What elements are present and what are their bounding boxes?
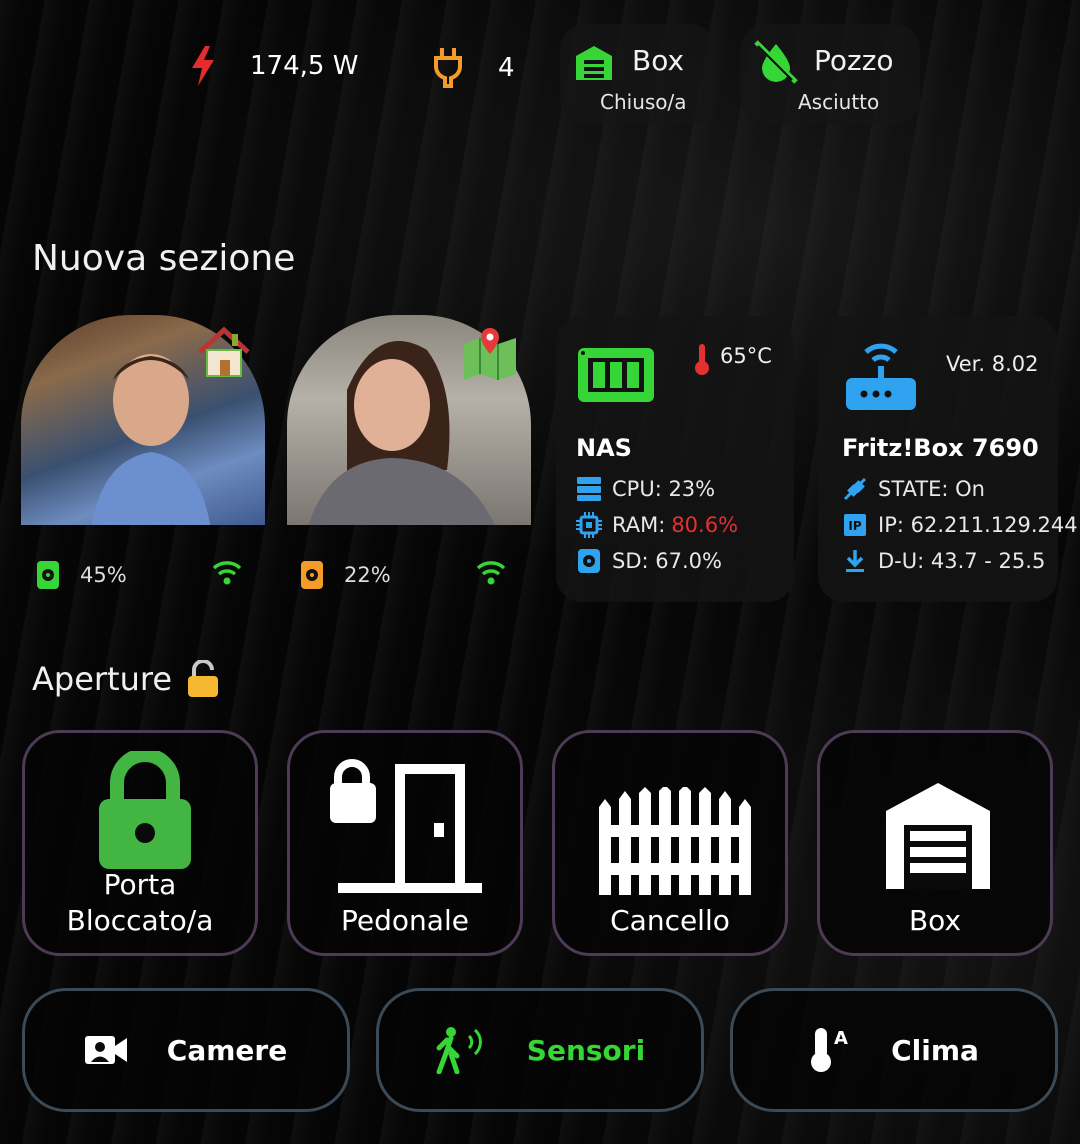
nav-sensori-button[interactable]: Sensori — [376, 988, 704, 1112]
nav-camere-label: Camere — [166, 1033, 288, 1067]
lock-icon — [99, 751, 191, 869]
person-1-silhouette — [91, 354, 211, 525]
nav-camere-button[interactable]: Camere — [22, 988, 350, 1112]
nas-ram-label: RAM: — [612, 513, 666, 537]
well-status-title: Pozzo — [814, 44, 894, 77]
sd-card-icon — [578, 549, 600, 573]
router-icon — [846, 343, 916, 410]
door-lock-icon — [330, 759, 482, 893]
well-status-chip[interactable]: Pozzo Asciutto — [740, 24, 920, 124]
nav-sensori-label: Sensori — [526, 1033, 646, 1067]
box-status-state: Chiuso/a — [600, 90, 687, 114]
nas-ram-row: RAM: 80.6% — [576, 512, 738, 538]
opening-box-button[interactable]: Box — [817, 730, 1053, 956]
opening-cancello-label: Cancello — [610, 904, 730, 937]
opening-pedonale-label: Pedonale — [341, 904, 469, 937]
nas-card[interactable]: 65°C NAS CPU: 23% RAM: 80.6% SD: 67.0% — [556, 316, 794, 602]
water-off-icon — [754, 40, 798, 84]
openings-heading: Aperture — [32, 660, 220, 698]
opening-box-label: Box — [908, 904, 962, 937]
router-state: STATE: On — [878, 477, 985, 501]
nas-title: NAS — [576, 434, 632, 462]
router-title: Fritz!Box 7690 — [842, 434, 1039, 462]
opening-cancello-button[interactable]: Cancello — [552, 730, 788, 956]
person-1-wifi-icon — [212, 561, 242, 585]
well-status-state: Asciutto — [798, 90, 880, 114]
router-version: Ver. 8.02 — [946, 352, 1039, 376]
plugs-count: 4 — [498, 53, 515, 83]
router-du: D-U: 43.7 - 25.5 — [878, 549, 1046, 573]
box-status-chip[interactable]: Box Chiuso/a — [560, 24, 716, 124]
garage-icon — [576, 46, 612, 80]
router-du-row: D-U: 43.7 - 25.5 — [842, 548, 1058, 574]
box-status-title: Box — [632, 44, 685, 77]
opening-pedonale-button[interactable]: Pedonale — [287, 730, 523, 956]
person-2-battery-value: 22% — [344, 563, 391, 587]
router-ip-row: IP IP: 62.211.129.244 — [842, 512, 1078, 538]
nav-clima-label: Clima — [891, 1033, 979, 1067]
power-chip[interactable]: 174,5 W — [190, 46, 358, 86]
home-icon — [198, 326, 250, 377]
ip-icon: IP — [844, 514, 866, 536]
nas-sd-row: SD: 67.0% — [576, 548, 738, 574]
garage-icon — [886, 783, 990, 889]
router-state-row: STATE: On — [842, 476, 1058, 502]
person-2-battery: 22% — [300, 560, 391, 590]
svg-text:A: A — [834, 1028, 848, 1049]
nas-cpu: CPU: 23% — [612, 477, 716, 501]
lightning-icon — [192, 46, 214, 86]
nas-sd: SD: 67.0% — [612, 549, 722, 573]
power-value: 174,5 W — [250, 51, 359, 81]
gate-icon — [599, 787, 751, 895]
person-1-battery: 45% — [36, 560, 127, 590]
person-2-wifi-icon — [476, 561, 506, 585]
router-card[interactable]: Ver. 8.02 Fritz!Box 7690 STATE: On IP IP… — [818, 316, 1078, 602]
download-icon — [846, 550, 864, 572]
section-title: Nuova sezione — [32, 238, 296, 279]
padlock-icon — [188, 660, 219, 697]
phone-battery-icon — [37, 561, 59, 589]
plug-icon — [434, 48, 462, 88]
memory-chip-icon — [576, 512, 602, 538]
motion-sensor-icon — [436, 1027, 482, 1074]
router-ip: IP: 62.211.129.244 — [878, 513, 1078, 537]
opening-porta-label: Porta — [103, 868, 177, 901]
svg-text:IP: IP — [848, 519, 861, 533]
nas-temperature: 65°C — [720, 344, 772, 368]
openings-title: Aperture — [32, 660, 173, 698]
person-1-battery-value: 45% — [80, 563, 127, 587]
opening-porta-button[interactable]: Porta Bloccato/a — [22, 730, 258, 956]
nav-clima-button[interactable]: A Clima — [730, 988, 1058, 1112]
camera-icon — [84, 1036, 127, 1064]
thermometer-icon — [695, 344, 709, 375]
server-icon — [577, 477, 601, 501]
nas-cpu-row: CPU: 23% — [576, 476, 738, 502]
thermometer-auto-icon: A — [811, 1028, 848, 1072]
opening-porta-state: Bloccato/a — [66, 904, 214, 937]
map-location-icon — [464, 328, 516, 380]
nas-ram-value: 80.6% — [671, 513, 739, 537]
phone-battery-icon — [301, 561, 323, 589]
plugs-chip[interactable]: 4 — [434, 48, 515, 88]
nas-icon — [578, 348, 654, 402]
ethernet-icon — [843, 477, 867, 501]
